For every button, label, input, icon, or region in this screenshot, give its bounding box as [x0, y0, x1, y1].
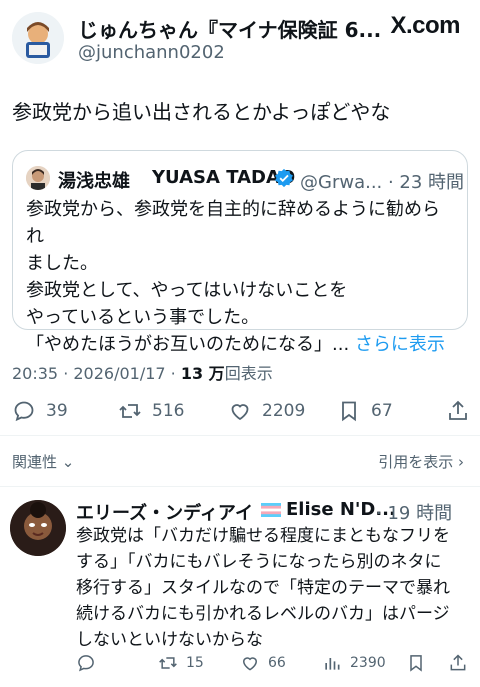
chevron-right-icon: › — [458, 453, 464, 471]
quoted-line: 参政党から、参政党を自主的に辞めるように勧められ — [26, 199, 440, 247]
user-handle[interactable]: @junchann0202 — [78, 42, 225, 63]
share-icon — [450, 654, 466, 671]
bookmark-icon — [410, 655, 422, 672]
reply-text: 参政党は「バカだけ騙せる程度にまともなフリを する」「バカにもバレそうになったら… — [76, 523, 476, 653]
display-name[interactable]: じゅんちゃん『マイナ保険証 6... — [78, 14, 381, 43]
reply-line: 続けるバカにも引かれるレベルのバカ」はパージ — [76, 604, 450, 624]
quoted-line: やっているという事でした。 — [26, 307, 260, 328]
quoted-line: 参政党として、やってはいけないことを — [26, 280, 348, 301]
bookmark-button[interactable]: 67 — [337, 399, 393, 423]
reply-views-button[interactable]: 2390 — [322, 653, 386, 673]
divider — [0, 435, 480, 436]
view-quotes-link[interactable]: 引用を表示 › — [378, 451, 464, 472]
like-count: 2209 — [262, 401, 306, 421]
x-logo: X.com — [390, 12, 460, 39]
avatar-illustration — [12, 12, 64, 64]
quoted-line-last: 「やめたほうがお互いのためになる」... さらに表示 — [26, 331, 456, 358]
repost-icon — [159, 657, 177, 669]
reply-name[interactable]: エリーズ・ンディアイ — [76, 499, 253, 525]
trans-flag-icon — [261, 503, 281, 517]
chevron-down-icon: ⌄ — [61, 453, 75, 471]
reply-icon — [14, 401, 34, 422]
quoted-text: 参政党から、参政党を自主的に辞めるように勧められ ました。 参政党として、やって… — [26, 196, 456, 358]
reply-like-button[interactable]: 66 — [240, 653, 286, 673]
reply-line: しないといけないからな — [76, 630, 263, 650]
reply-line: する」「バカにもバレそうになったら別のネタに — [76, 552, 442, 572]
quoted-line: ました。 — [26, 253, 98, 274]
reply-avatar[interactable] — [10, 500, 66, 556]
reply-repost-count: 15 — [186, 655, 204, 671]
sort-relevance-dropdown[interactable]: 関連性 ⌄ — [12, 451, 74, 472]
views-label: 回表示 — [224, 364, 273, 383]
share-button[interactable] — [446, 399, 480, 423]
heart-icon — [242, 657, 258, 671]
repost-icon — [119, 404, 141, 418]
reply-views-count: 2390 — [350, 655, 386, 671]
show-more-link[interactable]: さらに表示 — [355, 334, 445, 355]
reply-button[interactable]: 39 — [12, 399, 68, 423]
divider — [0, 486, 480, 487]
sort-label: 関連性 — [12, 453, 58, 471]
reply-icon — [78, 655, 94, 672]
reply-bookmark-button[interactable] — [406, 653, 434, 673]
reply-repost-button[interactable]: 15 — [158, 653, 204, 673]
post-text: 参政党から追い出されるとかよっぽどやな — [12, 100, 391, 124]
post-datetime: 20:35 · 2026/01/17 · — [12, 364, 181, 383]
quotes-label: 引用を表示 — [378, 453, 454, 471]
repost-count: 516 — [152, 401, 185, 421]
quoted-avatar — [26, 166, 50, 190]
like-button[interactable]: 2209 — [228, 399, 305, 423]
post-meta: 20:35 · 2026/01/17 · 13 万回表示 — [12, 360, 273, 384]
quoted-avatar-illustration — [26, 166, 50, 190]
reply-share-button[interactable] — [448, 653, 476, 673]
views-count: 13 万 — [180, 364, 225, 383]
avatar[interactable] — [12, 12, 64, 64]
quoted-handle-time: @Grwa... · 23 時間 — [300, 172, 465, 193]
quoted-name-jp: 湯浅忠雄 — [58, 171, 130, 192]
quoted-line: 「やめたほうがお互いのためになる」... — [26, 334, 350, 355]
heart-icon — [231, 404, 249, 421]
bar-chart-icon — [325, 658, 340, 670]
repost-button[interactable]: 516 — [118, 399, 184, 423]
reply-like-count: 66 — [268, 655, 286, 671]
reply-avatar-illustration — [10, 500, 66, 556]
reply-count: 39 — [46, 401, 68, 421]
share-icon — [449, 400, 467, 420]
reply-time: · 19 時間 — [376, 503, 453, 524]
bookmark-count: 67 — [371, 401, 393, 421]
reply-line: 移行する」スタイルなので「特定のテーマで暴れ — [76, 578, 450, 598]
reply-reply-button[interactable] — [76, 653, 104, 673]
verified-badge-icon — [275, 168, 293, 188]
reply-line: 参政党は「バカだけ騙せる程度にまともなフリを — [76, 526, 450, 546]
bookmark-icon — [342, 401, 356, 422]
